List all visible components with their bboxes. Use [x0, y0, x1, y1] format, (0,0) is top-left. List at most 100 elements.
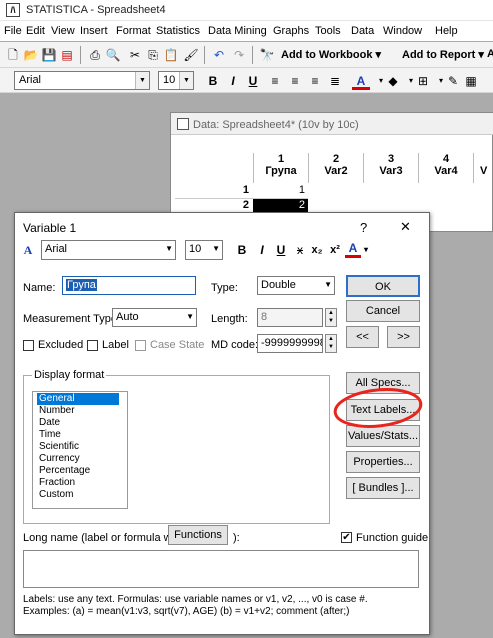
column-header[interactable]: 4 Var4 — [418, 153, 473, 183]
chevron-down-icon[interactable]: ▾ — [361, 240, 371, 260]
dialog-size-value: 10 — [189, 243, 202, 255]
bold-icon[interactable]: B — [204, 72, 222, 90]
menu-graphs[interactable]: Graphs — [273, 25, 309, 37]
length-spinner[interactable]: ▲ ▼ — [325, 308, 337, 327]
previous-variable-button[interactable]: << — [346, 326, 379, 348]
menu-statistics[interactable]: Statistics — [156, 25, 200, 37]
column-header[interactable]: V — [473, 153, 493, 183]
dialog-size-select[interactable]: 10 ▼ — [185, 240, 223, 260]
menu-window[interactable]: Window — [383, 25, 422, 37]
format-option[interactable]: Fraction — [37, 477, 119, 489]
font-color-icon[interactable]: A — [345, 240, 361, 258]
save-icon[interactable]: 💾 — [40, 46, 58, 64]
format-option-selected[interactable]: General — [37, 393, 119, 405]
pdf-icon[interactable]: ▤ — [58, 46, 76, 64]
measurement-type-select[interactable]: Auto ▼ — [112, 308, 197, 327]
underline-icon[interactable]: U — [244, 72, 262, 90]
align-left-icon[interactable]: ≡ — [266, 72, 284, 90]
paste-icon[interactable]: 📋 — [162, 46, 180, 64]
help-icon[interactable]: ? — [360, 220, 367, 235]
menu-tools[interactable]: Tools — [315, 25, 341, 37]
subscript-icon[interactable]: x₂ — [310, 240, 324, 260]
next-variable-button[interactable]: >> — [387, 326, 420, 348]
close-icon[interactable]: ✕ — [400, 219, 411, 235]
length-input[interactable]: 8 — [257, 308, 323, 327]
menu-view[interactable]: View — [51, 25, 75, 37]
underline-icon[interactable]: U — [274, 240, 288, 260]
column-header[interactable]: 1 Група — [253, 153, 308, 183]
format-option[interactable]: Date — [37, 417, 119, 429]
format-option[interactable]: Percentage — [37, 465, 119, 477]
justify-icon[interactable]: ≣ — [326, 72, 344, 90]
menu-help[interactable]: Help — [435, 25, 458, 37]
properties-button[interactable]: Properties... — [346, 451, 420, 473]
app-title-bar: /\ STATISTICA - Spreadsheet4 — [0, 0, 493, 21]
redo-icon[interactable]: ↷ — [230, 46, 248, 64]
menu-format[interactable]: Format — [116, 25, 151, 37]
italic-icon[interactable]: I — [255, 240, 269, 260]
column-header[interactable]: 3 Var3 — [363, 153, 418, 183]
case-state-checkbox[interactable] — [135, 340, 146, 351]
font-select[interactable]: Arial ▼ — [14, 71, 150, 90]
function-guide-checkbox[interactable]: ✔ — [341, 532, 352, 543]
italic-icon[interactable]: I — [224, 72, 242, 90]
long-name-textarea[interactable] — [23, 550, 419, 588]
menu-edit[interactable]: Edit — [26, 25, 45, 37]
superscript-icon[interactable]: x² — [328, 240, 342, 260]
font-color-icon[interactable]: A — [352, 72, 370, 90]
functions-button[interactable]: Functions — [168, 525, 228, 545]
menu-data[interactable]: Data — [351, 25, 374, 37]
print-preview-icon[interactable]: 🔍 — [104, 46, 122, 64]
ok-button[interactable]: OK — [346, 275, 420, 297]
format-option[interactable]: Number — [37, 405, 119, 417]
toolbar-overflow[interactable]: A — [487, 48, 493, 60]
align-center-icon[interactable]: ≡ — [286, 72, 304, 90]
column-name: Група — [265, 165, 297, 177]
bundles-button[interactable]: [ Bundles ]... — [346, 477, 420, 499]
cancel-button[interactable]: Cancel — [346, 300, 420, 322]
chevron-down-icon: ▼ — [135, 72, 149, 89]
undo-icon[interactable]: ↶ — [210, 46, 228, 64]
format-option[interactable]: Time — [37, 429, 119, 441]
font-size-value: 10 — [163, 74, 176, 86]
add-to-report-button[interactable]: Add to Report ▾ — [402, 48, 484, 61]
spreadsheet-icon — [177, 118, 189, 130]
align-right-icon[interactable]: ≡ — [306, 72, 324, 90]
open-folder-icon[interactable]: 📂 — [22, 46, 40, 64]
chevron-down-icon: ▼ — [186, 312, 194, 321]
strikethrough-icon[interactable]: x — [293, 240, 307, 260]
add-to-workbook-button[interactable]: Add to Workbook ▾ — [281, 48, 381, 61]
menu-data-mining[interactable]: Data Mining — [208, 25, 267, 37]
table-icon[interactable]: ▦ — [462, 72, 480, 90]
cut-icon[interactable]: ✂ — [126, 46, 144, 64]
format-option[interactable]: Scientific — [37, 441, 119, 453]
column-header[interactable]: 2 Var2 — [308, 153, 363, 183]
menu-insert[interactable]: Insert — [80, 25, 108, 37]
type-select[interactable]: Double ▼ — [257, 276, 335, 295]
row-header[interactable]: 1 — [175, 184, 253, 199]
dialog-title: Variable 1 — [23, 221, 77, 235]
clear-format-icon[interactable]: ✎ — [444, 72, 462, 90]
md-code-spinner[interactable]: ▲ ▼ — [325, 334, 337, 353]
excluded-checkbox[interactable] — [23, 340, 34, 351]
bold-icon[interactable]: B — [235, 240, 249, 260]
dialog-font-select[interactable]: Arial ▼ — [41, 240, 176, 260]
format-list[interactable]: General Number Date Time Scientific Curr… — [32, 391, 128, 509]
md-code-input[interactable]: -9999999998 — [257, 334, 323, 353]
new-file-icon[interactable]: 🗋 — [4, 46, 22, 64]
font-size-select[interactable]: 10 ▼ — [158, 71, 194, 90]
copy-icon[interactable]: ⎘ — [144, 46, 162, 64]
format-painter-icon[interactable]: 🖌 — [182, 46, 200, 64]
data-cell[interactable]: 1 — [253, 184, 308, 199]
name-input[interactable]: Група — [62, 276, 196, 295]
print-icon[interactable]: ⎙ — [86, 46, 104, 64]
long-name-label-end: ): — [233, 532, 240, 544]
function-guide-label: Function guide — [356, 532, 429, 544]
fill-color-icon[interactable]: ◆ — [384, 72, 402, 90]
menu-file[interactable]: File — [4, 25, 22, 37]
borders-icon[interactable]: ⊞ — [414, 72, 432, 90]
label-checkbox[interactable] — [87, 340, 98, 351]
format-option[interactable]: Custom — [37, 489, 119, 501]
binoculars-icon[interactable]: 🔭 — [258, 46, 276, 64]
format-option[interactable]: Currency — [37, 453, 119, 465]
